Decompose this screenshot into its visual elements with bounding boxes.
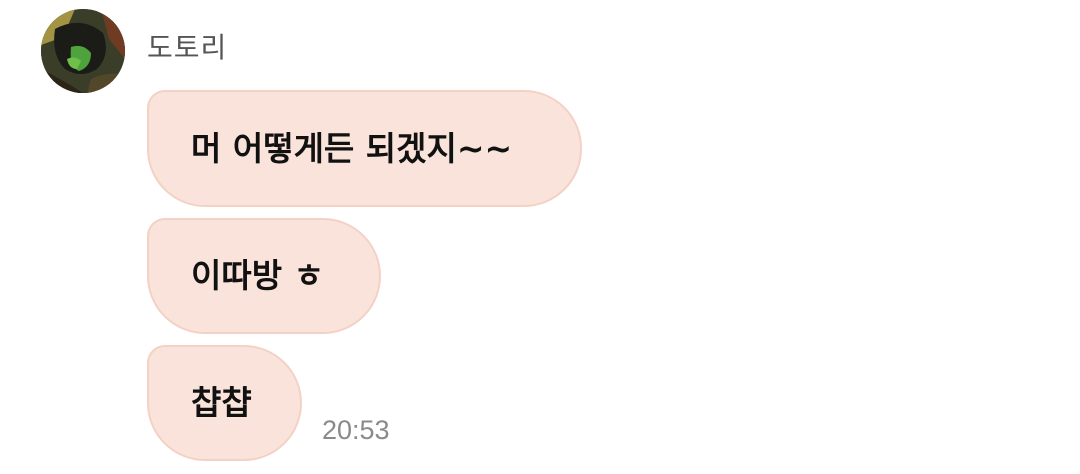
message-text: 이따방 ㅎ [191,256,324,295]
message-text: 챱챱 [191,383,252,422]
profile-avatar-icon [41,9,125,93]
message-bubble[interactable]: 이따방 ㅎ [147,218,381,334]
message-text: 머 어떻게든 되겠지~~ [191,128,513,168]
avatar[interactable] [41,9,125,93]
message-bubble[interactable]: 챱챱 [147,345,302,461]
message-bubble[interactable]: 머 어떻게든 되겠지~~ [147,90,582,207]
sender-name: 도토리 [147,31,228,64]
message-timestamp: 20:53 [322,415,390,445]
